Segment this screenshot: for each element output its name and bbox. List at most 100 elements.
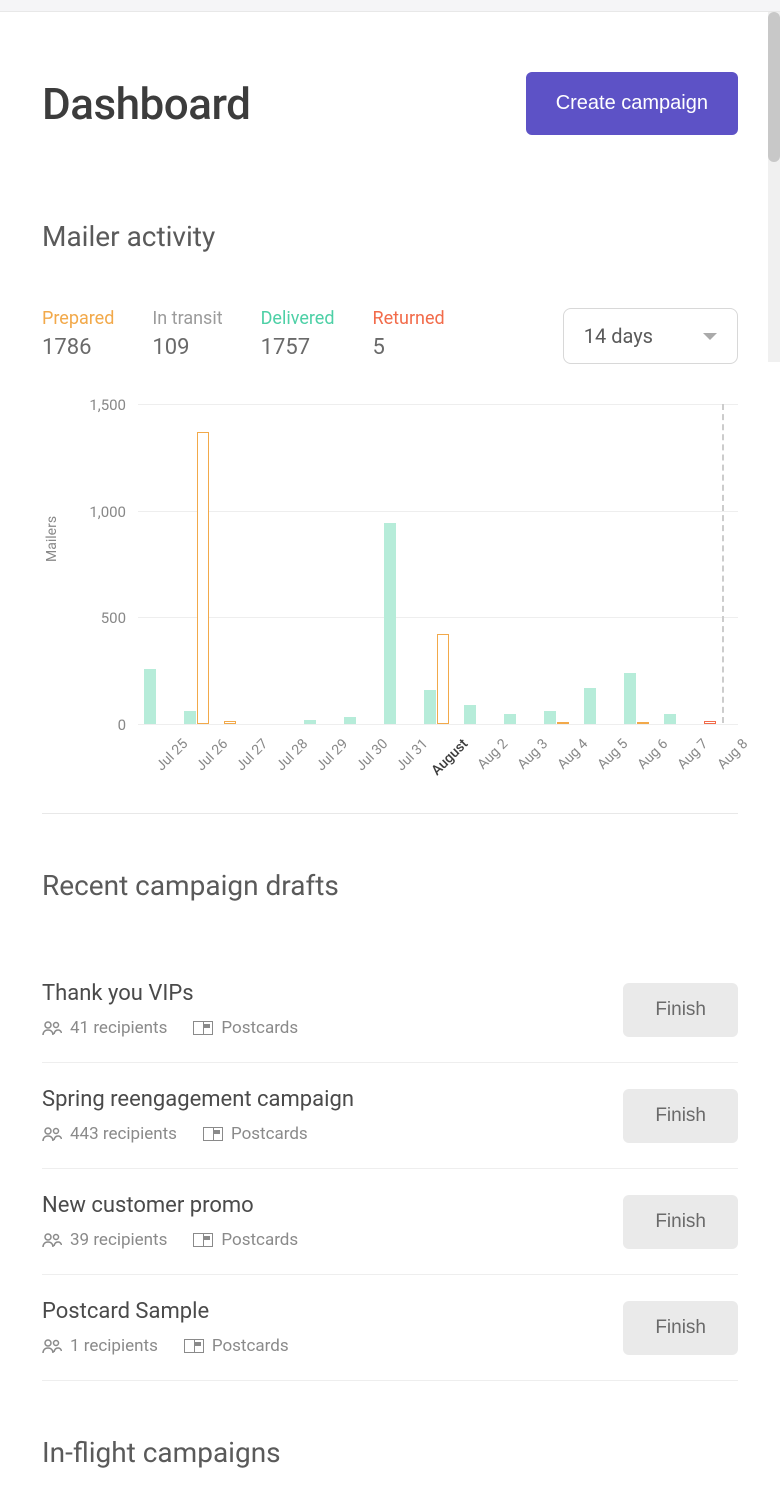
chart-gridline: 1,500 <box>138 404 738 405</box>
chart-today-marker <box>722 404 724 723</box>
chart-gridline: 1,000 <box>138 511 738 512</box>
draft-row: Thank you VIPs 41 recipientsPostcards Fini… <box>42 957 738 1063</box>
bar-delivered <box>504 714 516 724</box>
draft-row: New customer promo39 recipientsPostcards… <box>42 1169 738 1275</box>
chart-bar-group <box>704 721 716 724</box>
recent-drafts-title: Recent campaign drafts <box>42 869 738 902</box>
create-campaign-button[interactable]: Create campaign <box>526 72 738 135</box>
postcard-icon <box>184 1339 204 1353</box>
draft-title: Thank you VIPs <box>42 981 298 1006</box>
draft-type-text: Postcards <box>221 1018 298 1038</box>
bar-delivered <box>144 669 156 724</box>
bar-prepared <box>557 722 569 724</box>
stat-prepared: Prepared 1786 <box>42 308 114 360</box>
stat-returned-value: 5 <box>373 335 445 360</box>
date-range-selector[interactable]: 14 days <box>563 308 738 364</box>
stat-in-transit-label: In transit <box>152 308 222 329</box>
chart-gridline: 500 <box>138 617 738 618</box>
draft-title: Spring reengagement campaign <box>42 1087 354 1112</box>
bar-prepared <box>197 432 209 724</box>
chart-x-tick: August <box>425 736 472 783</box>
chart-bar-group <box>464 705 476 724</box>
chart-bar-group <box>504 714 516 724</box>
bar-delivered <box>664 714 676 724</box>
chart-gridline: 0 <box>138 724 738 725</box>
recipients-icon <box>42 1020 62 1036</box>
draft-type: Postcards <box>203 1124 308 1144</box>
draft-row: Postcard Sample 1 recipientsPostcards Fini… <box>42 1275 738 1381</box>
chart-bar-group <box>344 717 356 724</box>
stat-returned: Returned 5 <box>373 308 445 360</box>
chart-bar-group <box>664 714 676 724</box>
finish-button[interactable]: Finish <box>623 1089 738 1143</box>
chevron-down-icon <box>703 333 717 340</box>
chart-x-tick: Aug 7 <box>665 736 712 783</box>
bar-returned <box>704 721 716 724</box>
draft-meta: 41 recipientsPostcards <box>42 1018 298 1038</box>
chart-x-tick: Jul 29 <box>305 736 352 783</box>
chart-bar-group <box>224 721 236 724</box>
postcard-icon <box>193 1021 213 1035</box>
chart-bar-group <box>424 634 449 724</box>
recipients-icon <box>42 1126 62 1142</box>
chart-x-tick: Aug 2 <box>465 736 512 783</box>
page-title: Dashboard <box>42 78 250 130</box>
finish-button[interactable]: Finish <box>623 1195 738 1249</box>
stat-prepared-value: 1786 <box>42 335 114 360</box>
stat-prepared-label: Prepared <box>42 308 114 329</box>
bar-delivered <box>464 705 476 724</box>
bar-delivered <box>304 720 316 724</box>
mailer-activity-title: Mailer activity <box>42 220 738 253</box>
draft-recipients-text: 39 recipients <box>70 1230 167 1250</box>
bar-delivered <box>384 523 396 724</box>
bar-delivered <box>344 717 356 724</box>
bar-delivered <box>544 711 556 724</box>
chart-x-tick: Jul 27 <box>225 736 272 783</box>
scrollbar-thumb[interactable] <box>768 12 780 162</box>
draft-meta: 1 recipientsPostcards <box>42 1336 289 1356</box>
draft-type-text: Postcards <box>231 1124 308 1144</box>
scrollbar[interactable] <box>768 12 780 362</box>
draft-type: Postcards <box>193 1018 298 1038</box>
chart-bar-group <box>584 688 596 724</box>
bar-prepared <box>437 634 449 724</box>
draft-info: Spring reengagement campaign 443 recipien… <box>42 1087 354 1144</box>
postcard-icon <box>193 1233 213 1247</box>
chart-bar-group <box>384 523 396 724</box>
bar-prepared <box>637 722 649 724</box>
chart-x-tick: Aug 8 <box>705 736 752 783</box>
bar-delivered <box>584 688 596 724</box>
date-range-value: 14 days <box>584 324 653 348</box>
stat-returned-label: Returned <box>373 308 445 329</box>
chart-x-tick: Aug 3 <box>505 736 552 783</box>
chart-x-tick: Aug 4 <box>545 736 592 783</box>
chart-x-tick: Jul 28 <box>265 736 312 783</box>
stat-in-transit-value: 109 <box>152 335 222 360</box>
chart-y-axis-label: Mailers <box>44 516 60 562</box>
finish-button[interactable]: Finish <box>623 983 738 1037</box>
finish-button[interactable]: Finish <box>623 1301 738 1355</box>
bar-delivered <box>184 711 196 724</box>
draft-title: Postcard Sample <box>42 1299 289 1324</box>
draft-recipients: 1 recipients <box>42 1336 158 1356</box>
chart-x-tick: Aug 5 <box>585 736 632 783</box>
bar-delivered <box>424 690 436 724</box>
draft-type-text: Postcards <box>221 1230 298 1250</box>
draft-info: New customer promo39 recipientsPostcards <box>42 1193 298 1250</box>
recipients-icon <box>42 1338 62 1354</box>
draft-row: Spring reengagement campaign 443 recipien… <box>42 1063 738 1169</box>
draft-recipients: 443 recipients <box>42 1124 177 1144</box>
draft-type: Postcards <box>193 1230 298 1250</box>
chart-bar-group <box>624 673 649 724</box>
top-separator <box>0 0 780 12</box>
mailer-stats: Prepared 1786 In transit 109 Delivered 1… <box>42 308 445 360</box>
chart-bar-group <box>304 720 316 724</box>
stat-in-transit: In transit 109 <box>152 308 222 360</box>
stat-delivered-value: 1757 <box>261 335 335 360</box>
chart-bar-group <box>184 432 209 724</box>
recipients-icon <box>42 1232 62 1248</box>
draft-meta: 443 recipients Postcards <box>42 1124 354 1144</box>
chart-y-tick: 1,500 <box>89 396 126 414</box>
draft-info: Thank you VIPs 41 recipientsPostcards <box>42 981 298 1038</box>
chart-x-tick: Jul 25 <box>145 736 192 783</box>
